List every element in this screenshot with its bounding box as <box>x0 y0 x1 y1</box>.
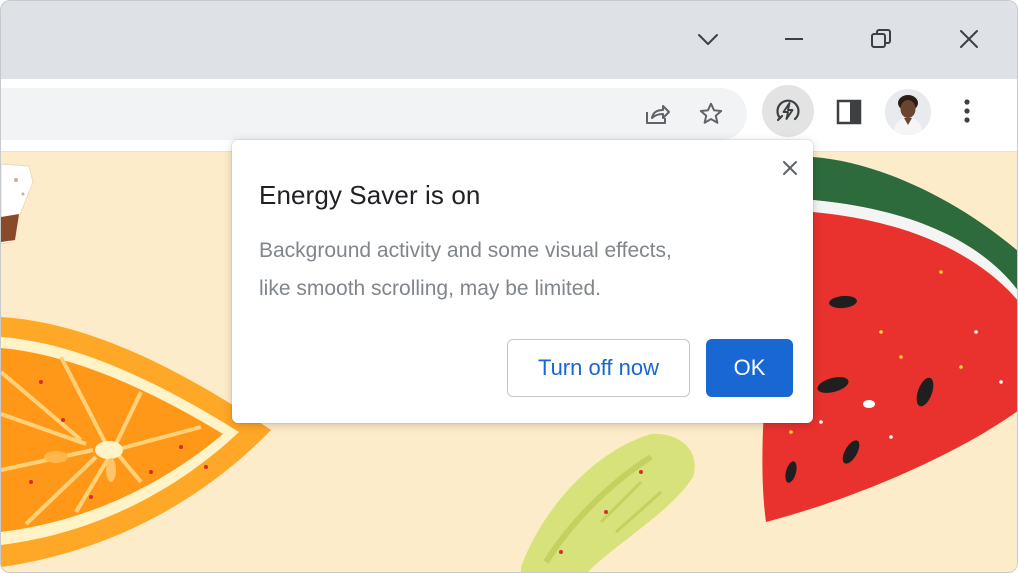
dialog-body-line-2: like smooth scrolling, may be limited. <box>259 277 601 300</box>
star-icon <box>699 102 723 124</box>
dialog-body: Background activity and some visual effe… <box>259 232 729 308</box>
energy-saver-button[interactable] <box>762 85 814 137</box>
restore-button[interactable] <box>863 21 899 57</box>
dialog-title: Energy Saver is on <box>259 180 481 210</box>
orange-slice <box>1 317 271 567</box>
fruit-piece-top-left <box>1 163 34 245</box>
profile-avatar[interactable] <box>885 89 931 135</box>
dialog-body-line-1: Background activity and some visual effe… <box>259 239 672 262</box>
minimize-icon <box>785 38 803 40</box>
side-panel-icon <box>836 99 862 125</box>
side-panel-button[interactable] <box>829 92 869 132</box>
share-icon <box>646 105 670 124</box>
minimize-button[interactable] <box>776 21 812 57</box>
more-vert-icon <box>964 99 970 123</box>
turn-off-now-button[interactable]: Turn off now <box>507 339 690 397</box>
ok-button[interactable]: OK <box>706 339 793 397</box>
share-button[interactable] <box>637 94 677 134</box>
address-bar[interactable] <box>1 88 747 140</box>
restore-icon <box>871 29 891 48</box>
energy-saver-icon <box>776 99 800 122</box>
energy-saver-dialog: Energy Saver is on Background activity a… <box>232 140 813 423</box>
more-menu-button[interactable] <box>947 91 987 131</box>
melon-piece <box>521 433 695 572</box>
tab-search-button[interactable] <box>690 21 726 57</box>
browser-window: Energy Saver is on Background activity a… <box>0 0 1018 573</box>
close-icon <box>783 161 797 175</box>
avatar-icon <box>885 89 931 135</box>
dialog-close-button[interactable] <box>778 156 802 180</box>
close-window-button[interactable] <box>951 21 987 57</box>
chevron-down-icon <box>698 34 718 45</box>
bookmark-button[interactable] <box>691 94 731 134</box>
title-bar <box>1 1 1017 79</box>
close-icon <box>960 30 978 48</box>
